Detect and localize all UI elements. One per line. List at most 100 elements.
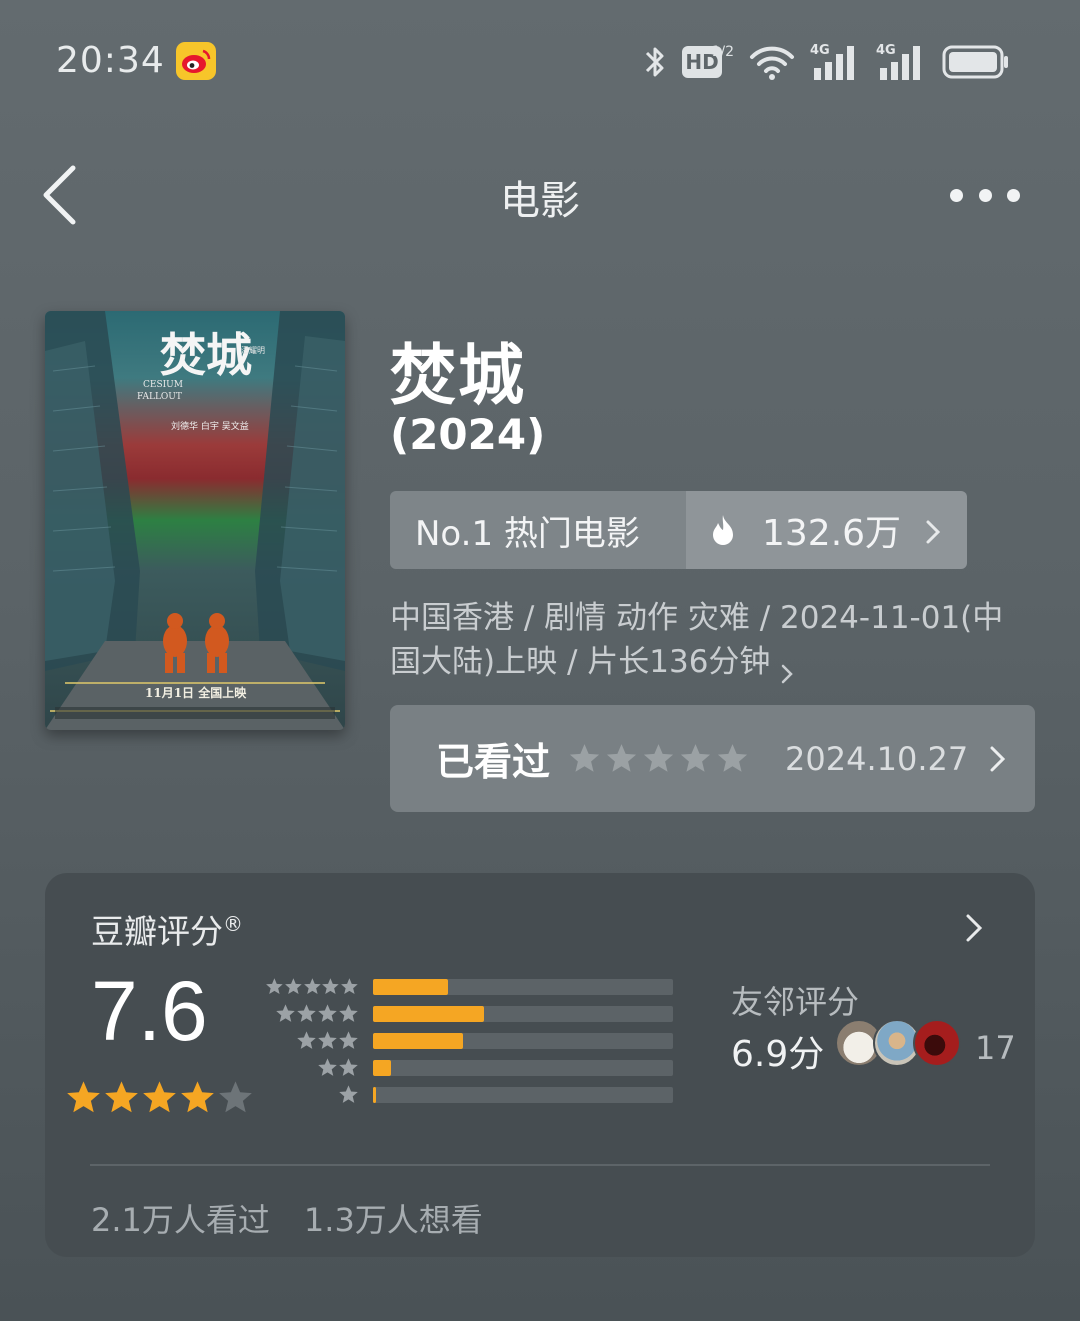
watched-date: 2024.10.27 bbox=[785, 739, 969, 778]
distribution-track bbox=[373, 978, 673, 995]
watched-count[interactable]: 2.1万人看过 bbox=[91, 1195, 270, 1241]
small-star-icon bbox=[318, 1058, 337, 1076]
distribution-bar bbox=[373, 1086, 376, 1103]
small-star-icon bbox=[276, 1004, 295, 1022]
distribution-track bbox=[373, 1059, 673, 1076]
wifi-icon bbox=[748, 42, 796, 82]
rating-star-icon bbox=[219, 1081, 252, 1113]
poster-cast: 刘德华 白宇 吴文益 bbox=[171, 420, 249, 432]
flame-icon bbox=[708, 513, 738, 547]
heat-value-box: 132.6万 bbox=[686, 491, 967, 569]
movie-meta-text: 中国香港 / 剧情 动作 灾难 / 2024-11-01(中国大陆)上映 / 片… bbox=[390, 600, 1004, 680]
small-star-icon bbox=[341, 978, 358, 995]
distribution-stars bbox=[265, 1057, 373, 1078]
signal-4g-icon: 4G bbox=[876, 42, 928, 82]
poster-director: 潘耀明 bbox=[241, 345, 265, 355]
watched-label: 已看过 bbox=[436, 740, 551, 784]
rating-star-icon bbox=[181, 1081, 214, 1113]
small-star-icon bbox=[297, 1031, 316, 1049]
friends-count: 17 bbox=[975, 1029, 1016, 1067]
rating-star-icon bbox=[105, 1081, 138, 1113]
rating-star-icon bbox=[143, 1081, 176, 1113]
battery-icon bbox=[942, 42, 1010, 82]
friends-rating-label: 友邻评分 bbox=[731, 983, 860, 1021]
small-star-icon bbox=[339, 1058, 358, 1076]
distribution-row-3-star bbox=[265, 1027, 695, 1054]
small-star-icon bbox=[339, 1004, 358, 1022]
rating-header-label: 豆瓣评分 bbox=[91, 912, 223, 951]
distribution-stars bbox=[265, 1030, 373, 1051]
distribution-track bbox=[373, 1032, 673, 1049]
movie-meta[interactable]: 中国香港 / 剧情 动作 灾难 / 2024-11-01(中国大陆)上映 / 片… bbox=[390, 596, 1030, 684]
user-star-icon bbox=[606, 744, 637, 772]
watched-status-button[interactable]: 已看过 2024.10.27 bbox=[390, 705, 1035, 812]
distribution-stars bbox=[265, 1003, 373, 1024]
chevron-right-icon bbox=[923, 515, 943, 545]
rating-footer: 2.1万人看过 1.3万人想看 bbox=[91, 1195, 483, 1241]
small-star-icon bbox=[322, 978, 340, 995]
page-title: 电影 bbox=[500, 178, 580, 224]
weibo-icon bbox=[176, 42, 216, 80]
rating-distribution bbox=[265, 973, 695, 1108]
distribution-row-5-star bbox=[265, 973, 695, 1000]
user-star-icon bbox=[569, 744, 600, 772]
user-star-icon bbox=[643, 744, 674, 772]
distribution-bar bbox=[373, 1059, 391, 1076]
hot-rank-badge[interactable]: No.1 热门电影 132.6万 bbox=[390, 491, 967, 569]
distribution-track bbox=[373, 1086, 673, 1103]
chevron-right-icon bbox=[988, 743, 1008, 775]
movie-title: 焚城 bbox=[390, 337, 526, 414]
network-label: 4G bbox=[810, 43, 830, 58]
more-dot bbox=[1007, 188, 1020, 202]
distribution-bar bbox=[373, 1005, 484, 1022]
user-rating-stars[interactable] bbox=[568, 742, 749, 775]
chevron-right-icon[interactable] bbox=[963, 911, 985, 945]
status-bar: 20:34 HD 1/2 4G 4G bbox=[0, 0, 1080, 120]
small-star-icon bbox=[297, 1004, 316, 1022]
small-star-icon bbox=[339, 1085, 358, 1103]
friend-avatars[interactable] bbox=[835, 1019, 965, 1069]
rating-header: 豆瓣评分® bbox=[91, 905, 243, 953]
rank-label: No.1 热门电影 bbox=[390, 491, 686, 569]
poster-title-en-2: FALLOUT bbox=[137, 392, 182, 402]
distribution-row-2-star bbox=[265, 1054, 695, 1081]
more-dot bbox=[978, 188, 992, 202]
friends-rating-score: 6.9分 bbox=[731, 1034, 825, 1075]
distribution-bar bbox=[373, 978, 448, 995]
movie-year: (2024) bbox=[390, 410, 546, 459]
poster-release: 11月1日 全国上映 bbox=[145, 685, 247, 700]
distribution-row-4-star bbox=[265, 1000, 695, 1027]
douban-rating-card[interactable]: 豆瓣评分® 7.6 友邻评分 6.9分 17 2.1万人看过 1.3万人想看 bbox=[45, 873, 1035, 1257]
status-icons: HD 1/2 4G 4G bbox=[642, 40, 1010, 84]
small-star-icon bbox=[339, 1031, 358, 1049]
distribution-stars bbox=[265, 1084, 373, 1105]
small-star-icon bbox=[318, 1031, 337, 1049]
user-star-icon bbox=[680, 744, 711, 772]
wish-count[interactable]: 1.3万人想看 bbox=[304, 1195, 483, 1241]
distribution-stars bbox=[265, 976, 373, 997]
heat-value: 132.6万 bbox=[762, 513, 902, 554]
more-button[interactable] bbox=[950, 180, 1020, 210]
distribution-track bbox=[373, 1005, 673, 1022]
small-star-icon bbox=[284, 978, 302, 995]
registered-mark: ® bbox=[223, 912, 243, 936]
more-dot bbox=[950, 188, 963, 202]
score-stars bbox=[65, 1079, 254, 1116]
signal-4g-icon: 4G bbox=[810, 42, 862, 82]
small-star-icon bbox=[318, 1004, 337, 1022]
hd-voice-icon: HD 1/2 bbox=[682, 42, 734, 82]
movie-poster[interactable]: 焚城 CESIUM FALLOUT 潘耀明 刘德华 白宇 吴文益 11月1日 全… bbox=[45, 311, 345, 730]
network-label: 4G bbox=[876, 43, 896, 58]
small-star-icon bbox=[266, 978, 283, 995]
poster-title: 焚城 bbox=[160, 328, 252, 382]
avatar bbox=[913, 1019, 961, 1067]
poster-title-en-1: CESIUM bbox=[143, 380, 183, 390]
douban-score: 7.6 bbox=[91, 964, 208, 1058]
rating-star-icon bbox=[67, 1081, 100, 1113]
bluetooth-icon bbox=[642, 42, 668, 82]
status-time: 20:34 bbox=[56, 40, 165, 81]
chevron-right-icon bbox=[780, 653, 794, 683]
small-star-icon bbox=[303, 978, 321, 995]
distribution-row-1-star bbox=[265, 1081, 695, 1108]
divider bbox=[90, 1164, 990, 1166]
